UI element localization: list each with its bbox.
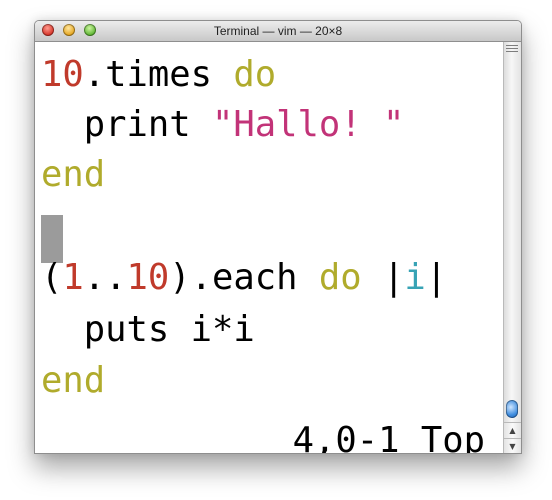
arrow-down-icon[interactable]: ▼ bbox=[504, 438, 521, 453]
code-text: | bbox=[361, 257, 405, 298]
code-keyword: end bbox=[41, 154, 106, 195]
code-number: 1 bbox=[62, 257, 84, 298]
code-text: .. bbox=[83, 257, 127, 298]
code-line-1: 10.times do bbox=[41, 50, 276, 100]
code-line-5: (1..10).each do |i| bbox=[41, 253, 447, 303]
code-keyword: do bbox=[233, 54, 277, 95]
arrow-up-icon[interactable]: ▲ bbox=[504, 422, 521, 438]
title-bar[interactable]: Terminal — vim — 20×8 bbox=[35, 21, 521, 42]
window-title: Terminal — vim — 20×8 bbox=[213, 24, 343, 38]
code-text: .times bbox=[83, 54, 234, 95]
code-keyword: do bbox=[318, 257, 362, 298]
terminal-window: Terminal — vim — 20×8 10.times do print … bbox=[34, 20, 522, 454]
vim-editor[interactable]: 10.times do print "Hallo! " end (1..10).… bbox=[35, 42, 503, 453]
code-text: print bbox=[83, 104, 212, 145]
code-number: 10 bbox=[126, 257, 170, 298]
scrollbar-grip-icon bbox=[506, 45, 518, 54]
code-line-2: print "Hallo! " bbox=[41, 100, 405, 150]
code-text: puts i*i bbox=[41, 309, 255, 350]
cursor-position-ruler: 4,0-1 Top bbox=[292, 420, 485, 454]
code-string: "Hallo! " bbox=[212, 104, 405, 145]
code-number: 10 bbox=[41, 54, 84, 95]
code-block-variable: i bbox=[404, 257, 426, 298]
vertical-scrollbar[interactable]: ▲ ▼ bbox=[503, 42, 521, 453]
code-text: | bbox=[425, 257, 448, 298]
code-line-7: end bbox=[41, 356, 105, 406]
code-line-6: puts i*i bbox=[41, 305, 255, 355]
scrollbar-thumb[interactable] bbox=[506, 400, 518, 418]
code-keyword: end bbox=[41, 360, 106, 401]
code-text: ).each bbox=[169, 257, 319, 298]
code-line-3: end bbox=[41, 150, 105, 200]
code-text: ( bbox=[41, 257, 63, 298]
